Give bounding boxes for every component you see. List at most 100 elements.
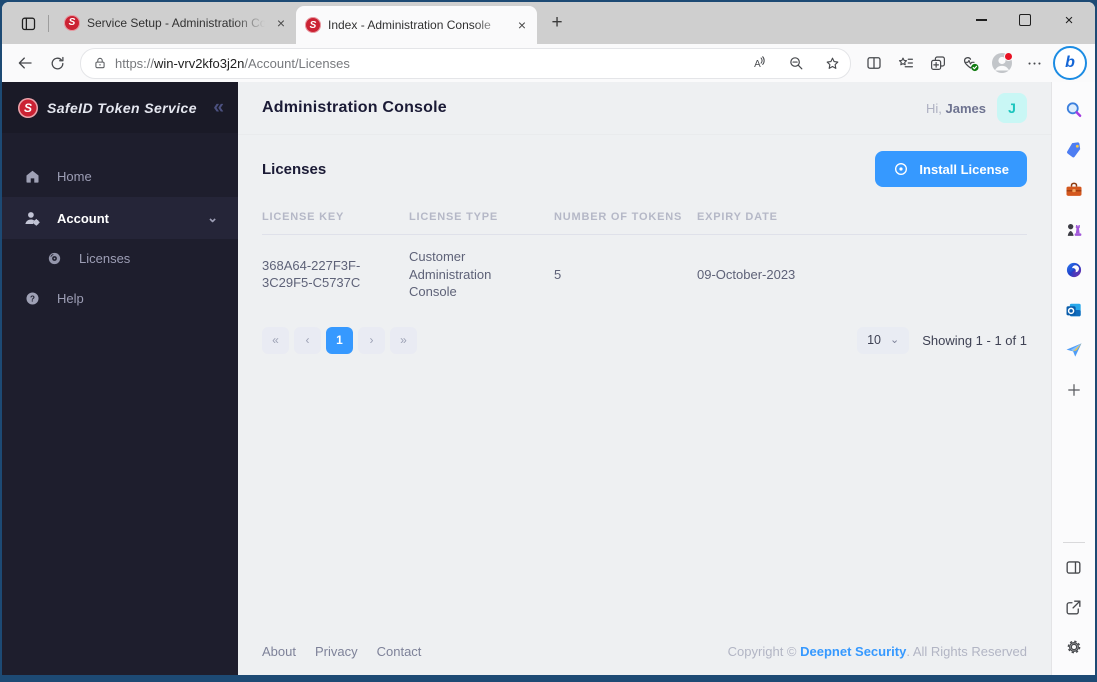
address-bar[interactable]: https://win-vrv2kfo3j2n/Account/Licenses… <box>80 47 851 79</box>
favorite-star-button[interactable] <box>818 51 846 75</box>
favorites-icon <box>898 57 913 68</box>
webview: S SafeID Token Service « Home Account ⌄ … <box>2 82 1051 675</box>
tab-service-setup[interactable]: S Service Setup - Administration Co × <box>55 6 296 39</box>
browser-essentials-icon <box>963 56 978 71</box>
zoom-out-button[interactable] <box>782 51 810 75</box>
pagination-next-button[interactable]: › <box>358 326 385 354</box>
sidebar-games-button[interactable] <box>1057 210 1091 250</box>
maximize-button[interactable] <box>1003 2 1047 38</box>
tab-actions-menu-button[interactable] <box>14 9 42 37</box>
sidebar-tools-button[interactable] <box>1057 170 1091 210</box>
sidebar-item-licenses[interactable]: Licenses <box>2 239 238 277</box>
window-controls: × <box>959 2 1091 44</box>
sidebar-outlook-button[interactable] <box>1057 290 1091 330</box>
sidebar-drop-button[interactable] <box>1057 330 1091 370</box>
svg-text:?: ? <box>30 294 35 303</box>
license-type-cell: Customer Administration Console <box>409 249 492 300</box>
tab-actions-icon <box>21 17 35 30</box>
side-panel-icon <box>1066 560 1081 574</box>
bing-chat-button[interactable]: b <box>1053 46 1087 80</box>
split-screen-icon <box>867 57 881 69</box>
licenses-table: LICENSE KEY LICENSE TYPE NUMBER OF TOKEN… <box>262 211 1027 315</box>
bing-icon: b <box>1065 54 1075 71</box>
sidebar-microsoft365-button[interactable] <box>1057 250 1091 290</box>
app-header: Administration Console Hi, James J <box>238 82 1051 135</box>
browser-essentials-button[interactable] <box>955 49 985 77</box>
sidebar-item-account[interactable]: Account ⌄ <box>2 197 238 239</box>
paper-plane-icon <box>1066 343 1081 357</box>
sidebar-item-help[interactable]: ? Help <box>2 277 238 319</box>
column-header: EXPIRY DATE <box>697 211 778 223</box>
column-header: LICENSE KEY <box>262 211 345 223</box>
tab-close-icon[interactable]: × <box>272 14 290 32</box>
tab-close-icon[interactable]: × <box>513 16 531 34</box>
tokens-cell: 5 <box>554 266 562 282</box>
footer-link-about[interactable]: About <box>262 644 296 659</box>
pagination-page-1-button[interactable]: 1 <box>326 326 353 354</box>
safeid-favicon: S <box>305 17 321 33</box>
pagination-last-button[interactable]: » <box>390 326 417 354</box>
lock-icon <box>95 57 105 69</box>
greeting-text: Hi, James <box>926 100 986 116</box>
disc-icon <box>895 163 908 175</box>
tab-divider <box>48 15 49 32</box>
company-link[interactable]: Deepnet Security <box>800 644 906 659</box>
page-size-select[interactable]: 10 ⌄ <box>857 326 910 354</box>
read-aloud-button[interactable]: A <box>746 51 774 75</box>
pagination-first-button[interactable]: « <box>262 326 289 354</box>
home-icon <box>22 168 42 185</box>
games-icon <box>1067 224 1081 236</box>
account-gear-icon <box>22 209 42 228</box>
shopping-tag-icon <box>1066 142 1080 158</box>
footer-link-contact[interactable]: Contact <box>377 644 422 659</box>
window-close-button[interactable]: × <box>1047 2 1091 38</box>
sidebar-search-button[interactable] <box>1057 90 1091 130</box>
footer-link-privacy[interactable]: Privacy <box>315 644 358 659</box>
favorites-button[interactable] <box>891 49 921 77</box>
back-button[interactable] <box>10 49 40 77</box>
brand-name: SafeID Token Service <box>47 99 197 116</box>
app-sidebar: S SafeID Token Service « Home Account ⌄ … <box>2 82 238 675</box>
tab-title: Index - Administration Console <box>328 18 491 32</box>
tab-strip: S Service Setup - Administration Co × S … <box>2 2 1095 44</box>
new-tab-button[interactable]: + <box>543 9 571 37</box>
table-header-row: LICENSE KEY LICENSE TYPE NUMBER OF TOKEN… <box>262 211 1027 235</box>
sidebar-open-external-button[interactable] <box>1057 587 1091 627</box>
minimize-button[interactable] <box>959 2 1003 38</box>
browser-toolbar: https://win-vrv2kfo3j2n/Account/Licenses… <box>2 44 1095 82</box>
split-screen-button[interactable] <box>859 49 889 77</box>
sidebar-panel-button[interactable] <box>1057 547 1091 587</box>
collections-icon <box>931 56 945 70</box>
pagination-prev-button[interactable]: ‹ <box>294 326 321 354</box>
profile-button[interactable] <box>987 49 1017 77</box>
license-disc-icon <box>44 250 64 267</box>
plus-icon <box>1067 384 1080 396</box>
copyright-text: Copyright © Deepnet Security. All Rights… <box>727 644 1027 659</box>
showing-label: Showing 1 - 1 of 1 <box>922 332 1027 348</box>
avatar[interactable]: J <box>997 93 1027 123</box>
zoom-out-icon <box>789 56 802 69</box>
sidebar-settings-button[interactable] <box>1057 627 1091 667</box>
settings-more-button[interactable] <box>1019 49 1049 77</box>
toolbox-icon <box>1066 182 1081 196</box>
tab-title: Service Setup - Administration Co <box>87 15 265 30</box>
sidebar-collapse-icon[interactable]: « <box>213 97 223 119</box>
main-area: Administration Console Hi, James J Licen… <box>238 82 1051 675</box>
tab-index-admin-console[interactable]: S Index - Administration Console × <box>296 6 537 44</box>
install-license-button[interactable]: Install License <box>875 151 1027 187</box>
sidebar-item-home[interactable]: Home <box>2 155 238 197</box>
refresh-button[interactable] <box>42 49 72 77</box>
sidebar-shopping-button[interactable] <box>1057 130 1091 170</box>
sidebar-item-label: Licenses <box>79 250 131 266</box>
license-key-cell: 368A64-227F3F-3C29F5-C5737C <box>262 257 361 291</box>
app-footer: About Privacy Contact Copyright © Deepne… <box>238 628 1051 675</box>
safeid-favicon: S <box>64 14 80 31</box>
brand-header: S SafeID Token Service « <box>2 82 238 133</box>
profile-notification-dot <box>1004 52 1013 61</box>
sidebar-item-label: Home <box>57 168 92 184</box>
more-icon <box>1027 61 1041 65</box>
sidebar-customize-button[interactable] <box>1057 370 1091 410</box>
outlook-icon <box>1066 303 1081 317</box>
search-icon <box>1066 102 1081 117</box>
collections-button[interactable] <box>923 49 953 77</box>
